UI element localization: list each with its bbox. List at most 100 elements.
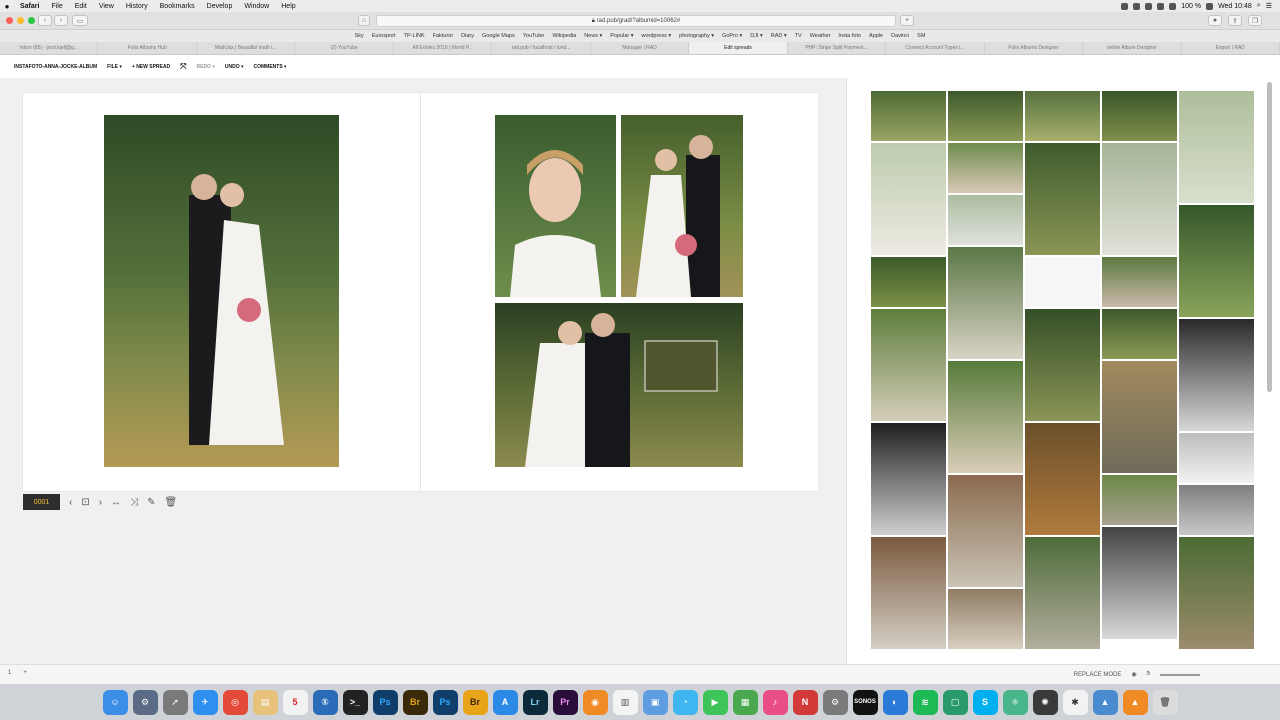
menu-develop[interactable]: Develop — [201, 3, 239, 10]
add-spread-button[interactable]: + — [23, 670, 27, 676]
zoom-window-button[interactable] — [28, 17, 35, 24]
menu-file[interactable]: File — [45, 3, 68, 10]
file-menu-button[interactable]: FILE ▾ — [107, 64, 122, 70]
menu-history[interactable]: History — [120, 3, 154, 10]
launchpad-icon[interactable]: ⚙︎ — [132, 689, 158, 715]
notification-center-icon[interactable]: ☰ — [1266, 2, 1272, 10]
facetime-icon[interactable]: ▶ — [702, 689, 728, 715]
library-thumbnail[interactable] — [1179, 319, 1254, 431]
layout-icon[interactable]: ⊡ — [81, 497, 89, 508]
menu-help[interactable]: Help — [275, 3, 301, 10]
sidebar-button[interactable]: ▭ — [72, 15, 88, 26]
menu-window[interactable]: Window — [238, 3, 275, 10]
status-app-icon[interactable] — [1145, 2, 1153, 10]
library-thumbnail[interactable] — [871, 257, 946, 307]
library-thumbnail[interactable] — [948, 91, 1023, 141]
wunderlist-icon[interactable]: ✱ — [1062, 689, 1088, 715]
itunes-icon[interactable]: ♪ — [762, 689, 788, 715]
apple-icon[interactable]: ● — [0, 2, 14, 11]
favorite-link[interactable]: Apple — [869, 33, 883, 39]
expand-icon[interactable]: ⤧ — [180, 62, 186, 72]
address-bar[interactable]: 🔒︎ rad.pub/grad/?albumid=10062# — [376, 15, 896, 27]
browser-tab[interactable]: All Entries 2019 | World P... — [394, 42, 493, 54]
finder-icon[interactable]: ☺︎ — [102, 689, 128, 715]
library-thumbnail[interactable] — [1179, 205, 1254, 317]
favorite-link[interactable]: Diary — [461, 33, 474, 39]
library-thumbnail[interactable] — [948, 589, 1023, 649]
favorite-link[interactable]: TP-LINK — [404, 33, 425, 39]
library-thumbnail[interactable] — [1102, 91, 1177, 141]
library-thumbnail[interactable] — [1025, 423, 1100, 535]
menu-view[interactable]: View — [93, 3, 120, 10]
wifi-icon[interactable] — [1157, 2, 1165, 10]
brush-icon[interactable]: ✎ — [147, 497, 155, 508]
library-thumbnail[interactable] — [1179, 537, 1254, 649]
library-thumbnail[interactable] — [1025, 309, 1100, 421]
library-thumbnail[interactable] — [1025, 537, 1100, 649]
library-thumbnail[interactable] — [1025, 143, 1100, 255]
minimize-window-button[interactable] — [17, 17, 24, 24]
folio-icon[interactable]: ◐ — [882, 689, 908, 715]
extension-button[interactable]: ● — [1208, 15, 1222, 26]
status-app-icon[interactable] — [1133, 2, 1141, 10]
favorite-link[interactable]: Fakturor — [433, 33, 453, 39]
favorite-link[interactable]: TV — [795, 33, 802, 39]
status-app-icon[interactable] — [1121, 2, 1129, 10]
menu-safari[interactable]: Safari — [14, 3, 45, 10]
numbers-icon[interactable]: ▦ — [732, 689, 758, 715]
chrome-icon[interactable]: ◎ — [222, 689, 248, 715]
share-button[interactable]: ⇪ — [1228, 15, 1242, 26]
terminal-icon[interactable]: >_ — [342, 689, 368, 715]
browser-tab[interactable]: MathJax | Beautiful math i... — [197, 42, 296, 54]
replace-mode-button[interactable]: REPLACE MODE — [1074, 672, 1122, 678]
library-thumbnail[interactable] — [948, 143, 1023, 193]
favorite-link[interactable]: Sky — [355, 33, 364, 39]
spread-photo-left[interactable] — [104, 115, 339, 467]
spread-photo-portrait[interactable] — [495, 115, 616, 297]
messages-icon[interactable]: ◔ — [672, 689, 698, 715]
browser-tab[interactable]: Manager | RAD — [591, 42, 690, 54]
files-icon[interactable]: ▢ — [942, 689, 968, 715]
bridge-icon[interactable]: Br — [462, 689, 488, 715]
spotlight-icon[interactable]: ⌕ — [1257, 2, 1261, 10]
browser-tab-active[interactable]: Edit spreads — [689, 42, 788, 54]
forward-button[interactable]: › — [54, 15, 68, 26]
library-thumbnail[interactable] — [1179, 433, 1254, 483]
browser-tab[interactable]: Export | RAD — [1182, 42, 1280, 54]
battery-icon[interactable] — [1206, 2, 1214, 10]
appstore-icon[interactable]: A — [492, 689, 518, 715]
library-scrollbar[interactable] — [1267, 82, 1272, 392]
spread-index[interactable]: 1 — [8, 670, 11, 676]
trash-icon[interactable]: 🗑︎ — [164, 497, 177, 508]
settings-icon[interactable]: ⚙︎ — [822, 689, 848, 715]
menu-bookmarks[interactable]: Bookmarks — [154, 3, 201, 10]
shuffle-icon[interactable]: ⤨ — [130, 497, 138, 508]
library-thumbnail[interactable] — [1102, 361, 1177, 473]
eye-icon[interactable]: ◉ — [1131, 671, 1136, 678]
spread-photo-bottom[interactable] — [495, 303, 743, 467]
library-thumbnail[interactable] — [871, 309, 946, 421]
favorite-link[interactable]: Wikipedia — [552, 33, 576, 39]
browser-tab[interactable]: PHP: Stripe Split Payment... — [788, 42, 887, 54]
library-thumbnail[interactable] — [1102, 527, 1177, 639]
blender-icon[interactable]: ◉ — [582, 689, 608, 715]
chevron-right-icon[interactable]: › — [99, 497, 102, 508]
library-thumbnail[interactable] — [948, 195, 1023, 245]
photoshop-icon[interactable]: Ps — [432, 689, 458, 715]
favorite-link[interactable]: photography ▾ — [679, 33, 714, 39]
menu-edit[interactable]: Edit — [69, 3, 93, 10]
back-button[interactable]: ‹ — [38, 15, 52, 26]
preview-icon[interactable]: ▣ — [642, 689, 668, 715]
library-thumbnail[interactable] — [1025, 91, 1100, 141]
new-spread-button[interactable]: + NEW SPREAD — [132, 64, 170, 70]
favorite-link[interactable]: RAD ▾ — [771, 33, 787, 39]
favorite-link[interactable]: YouTube — [523, 33, 545, 39]
favorite-link[interactable]: Eurosport — [372, 33, 396, 39]
home-button[interactable]: ⌂ — [358, 15, 370, 26]
rocket-icon[interactable]: ➚ — [162, 689, 188, 715]
favorite-link[interactable]: Google Maps — [482, 33, 515, 39]
calendar-icon[interactable]: 5 — [282, 689, 308, 715]
news-icon[interactable]: N — [792, 689, 818, 715]
library-thumbnail[interactable] — [1179, 91, 1254, 203]
favorite-link[interactable]: Popular ▾ — [610, 33, 633, 39]
